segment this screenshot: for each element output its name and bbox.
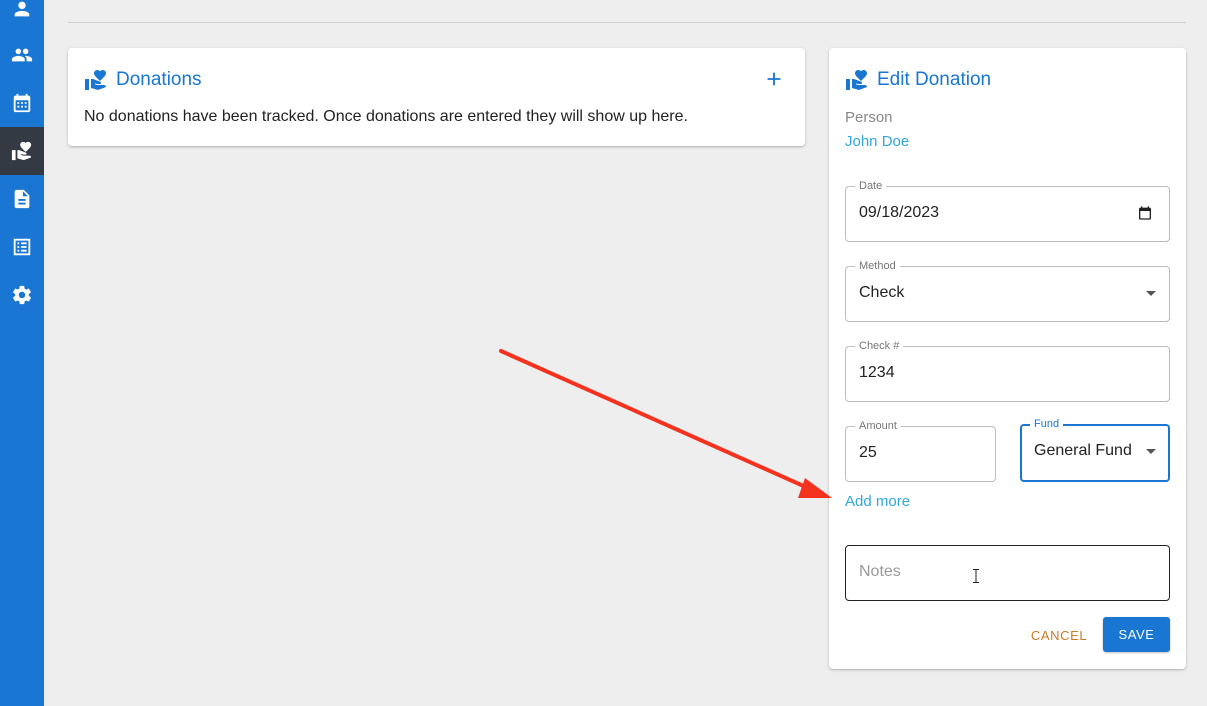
sidebar-item-list[interactable] — [0, 223, 44, 271]
sidebar-item-people[interactable] — [0, 31, 44, 79]
sidebar-item-documents[interactable] — [0, 175, 44, 223]
donations-title-text: Donations — [116, 69, 202, 90]
donation-hand-icon — [846, 70, 867, 90]
donation-hand-icon — [85, 70, 106, 90]
fund-select[interactable]: Fund General Fund — [1020, 418, 1170, 482]
check-number-field[interactable]: Check # 1234 — [845, 340, 1170, 402]
top-divider — [68, 22, 1186, 23]
donation-hand-icon — [11, 141, 32, 161]
save-button[interactable]: SAVE — [1103, 617, 1170, 652]
check-number-label: Check # — [855, 340, 904, 352]
list-icon — [13, 238, 31, 256]
gear-icon — [13, 285, 31, 305]
chevron-down-icon — [1146, 449, 1156, 454]
sidebar-item-donations[interactable] — [0, 127, 44, 175]
plus-icon — [767, 72, 781, 86]
calendar-icon — [13, 93, 31, 113]
add-more-link[interactable]: Add more — [845, 493, 910, 510]
method-label: Method — [855, 260, 900, 272]
notes-field[interactable]: Notes — [845, 545, 1170, 601]
edit-donation-card: Edit Donation Person John Doe Date 09/18… — [829, 48, 1186, 669]
add-donation-button[interactable] — [763, 68, 785, 90]
edit-donation-title: Edit Donation — [845, 68, 991, 92]
sidebar-item-calendar[interactable] — [0, 79, 44, 127]
check-number-value: 1234 — [859, 364, 895, 381]
person-label: Person — [845, 109, 893, 126]
date-field[interactable]: Date 09/18/2023 — [845, 180, 1170, 242]
document-icon — [14, 189, 30, 209]
method-value: Check — [859, 284, 905, 301]
people-icon — [11, 48, 33, 62]
sidebar — [0, 0, 44, 706]
notes-placeholder: Notes — [859, 563, 901, 580]
donations-title: Donations — [84, 68, 202, 92]
amount-field[interactable]: Amount 25 — [845, 420, 996, 482]
sidebar-item-person[interactable] — [0, 0, 44, 33]
method-select[interactable]: Method Check — [845, 260, 1170, 322]
person-icon — [14, 1, 30, 17]
calendar-icon[interactable] — [1137, 205, 1153, 221]
sidebar-item-settings[interactable] — [0, 271, 44, 319]
amount-label: Amount — [855, 420, 901, 432]
date-label: Date — [855, 180, 887, 192]
text-cursor-icon — [973, 569, 979, 583]
amount-value: 25 — [859, 444, 877, 461]
fund-label: Fund — [1030, 418, 1064, 430]
donations-card: Donations No donations have been tracked… — [68, 48, 805, 146]
empty-donations-message: No donations have been tracked. Once don… — [84, 108, 688, 125]
fund-value: General Fund — [1034, 442, 1132, 459]
person-link[interactable]: John Doe — [845, 133, 909, 150]
edit-donation-title-text: Edit Donation — [877, 69, 992, 90]
cancel-button[interactable]: CANCEL — [1025, 618, 1093, 652]
date-value: 09/18/2023 — [859, 204, 940, 221]
chevron-down-icon — [1146, 291, 1156, 296]
